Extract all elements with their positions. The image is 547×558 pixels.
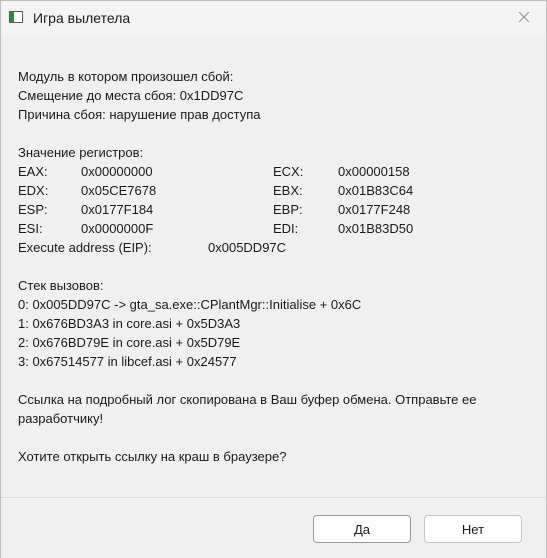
register-value: 0x01B83D50 — [338, 221, 414, 236]
register-name: ECX: — [273, 164, 304, 179]
close-icon[interactable] — [516, 9, 532, 25]
register-value: 0x0177F248 — [338, 202, 411, 217]
title-bar[interactable]: Игра вылетела — [1, 1, 546, 35]
register-name: EDX: — [18, 183, 49, 198]
register-row: ESP: 0x0177F184 EBP: 0x0177F248 — [18, 200, 533, 219]
app-window-icon — [9, 11, 23, 23]
register-name: EAX: — [18, 164, 48, 179]
yes-button[interactable]: Да — [313, 515, 411, 543]
open-link-question: Хотите открыть ссылку на краш в браузере… — [18, 449, 287, 464]
register-name: EBX: — [273, 183, 303, 198]
stack-frame: 2: 0x676BD79E in core.asi + 0x5D79E — [18, 335, 241, 350]
reason-line: Причина сбоя: нарушение прав доступа — [18, 107, 261, 122]
button-bar: Да Нет — [1, 497, 546, 558]
register-value: 0x01B83C64 — [338, 183, 414, 198]
window-title: Игра вылетела — [33, 10, 131, 26]
log-copied-message: Ссылка на подробный лог скопирована в Ва… — [18, 392, 477, 426]
module-line: Модуль в котором произошел сбой: — [18, 69, 234, 84]
register-name: ESP: — [18, 202, 48, 217]
register-name: EDI: — [273, 221, 299, 236]
offset-line: Смещение до места сбоя: 0x1DD97C — [18, 88, 244, 103]
register-row: EDX: 0x05CE7678 EBX: 0x01B83C64 — [18, 181, 533, 200]
register-value: 0x0000000F — [81, 221, 154, 236]
register-row: EAX: 0x00000000 ECX: 0x00000158 — [18, 162, 533, 181]
register-name: EBP: — [273, 202, 303, 217]
stack-heading: Стек вызовов: — [18, 278, 104, 293]
crash-details: Модуль в котором произошел сбой: Смещени… — [18, 67, 533, 466]
register-row: ESI: 0x0000000F EDI: 0x01B83D50 — [18, 219, 533, 238]
stack-frame: 0: 0x005DD97C -> gta_sa.exe::CPlantMgr::… — [18, 297, 362, 312]
register-value: 0x0177F184 — [81, 202, 154, 217]
eip-label: Execute address (EIP): — [18, 240, 152, 255]
no-button[interactable]: Нет — [424, 515, 522, 543]
registers-heading: Значение регистров: — [18, 145, 144, 160]
eip-value: 0x005DD97C — [208, 240, 287, 255]
stack-frame: 1: 0x676BD3A3 in core.asi + 0x5D3A3 — [18, 316, 241, 331]
register-value: 0x00000000 — [81, 164, 153, 179]
register-value: 0x00000158 — [338, 164, 410, 179]
crash-dialog-window: Игра вылетела Модуль в котором произошел… — [0, 0, 547, 558]
register-name: ESI: — [18, 221, 43, 236]
eip-row: Execute address (EIP): 0x005DD97C — [18, 238, 533, 257]
stack-frame: 3: 0x67514577 in libcef.asi + 0x24577 — [18, 354, 237, 369]
register-value: 0x05CE7678 — [81, 183, 157, 198]
